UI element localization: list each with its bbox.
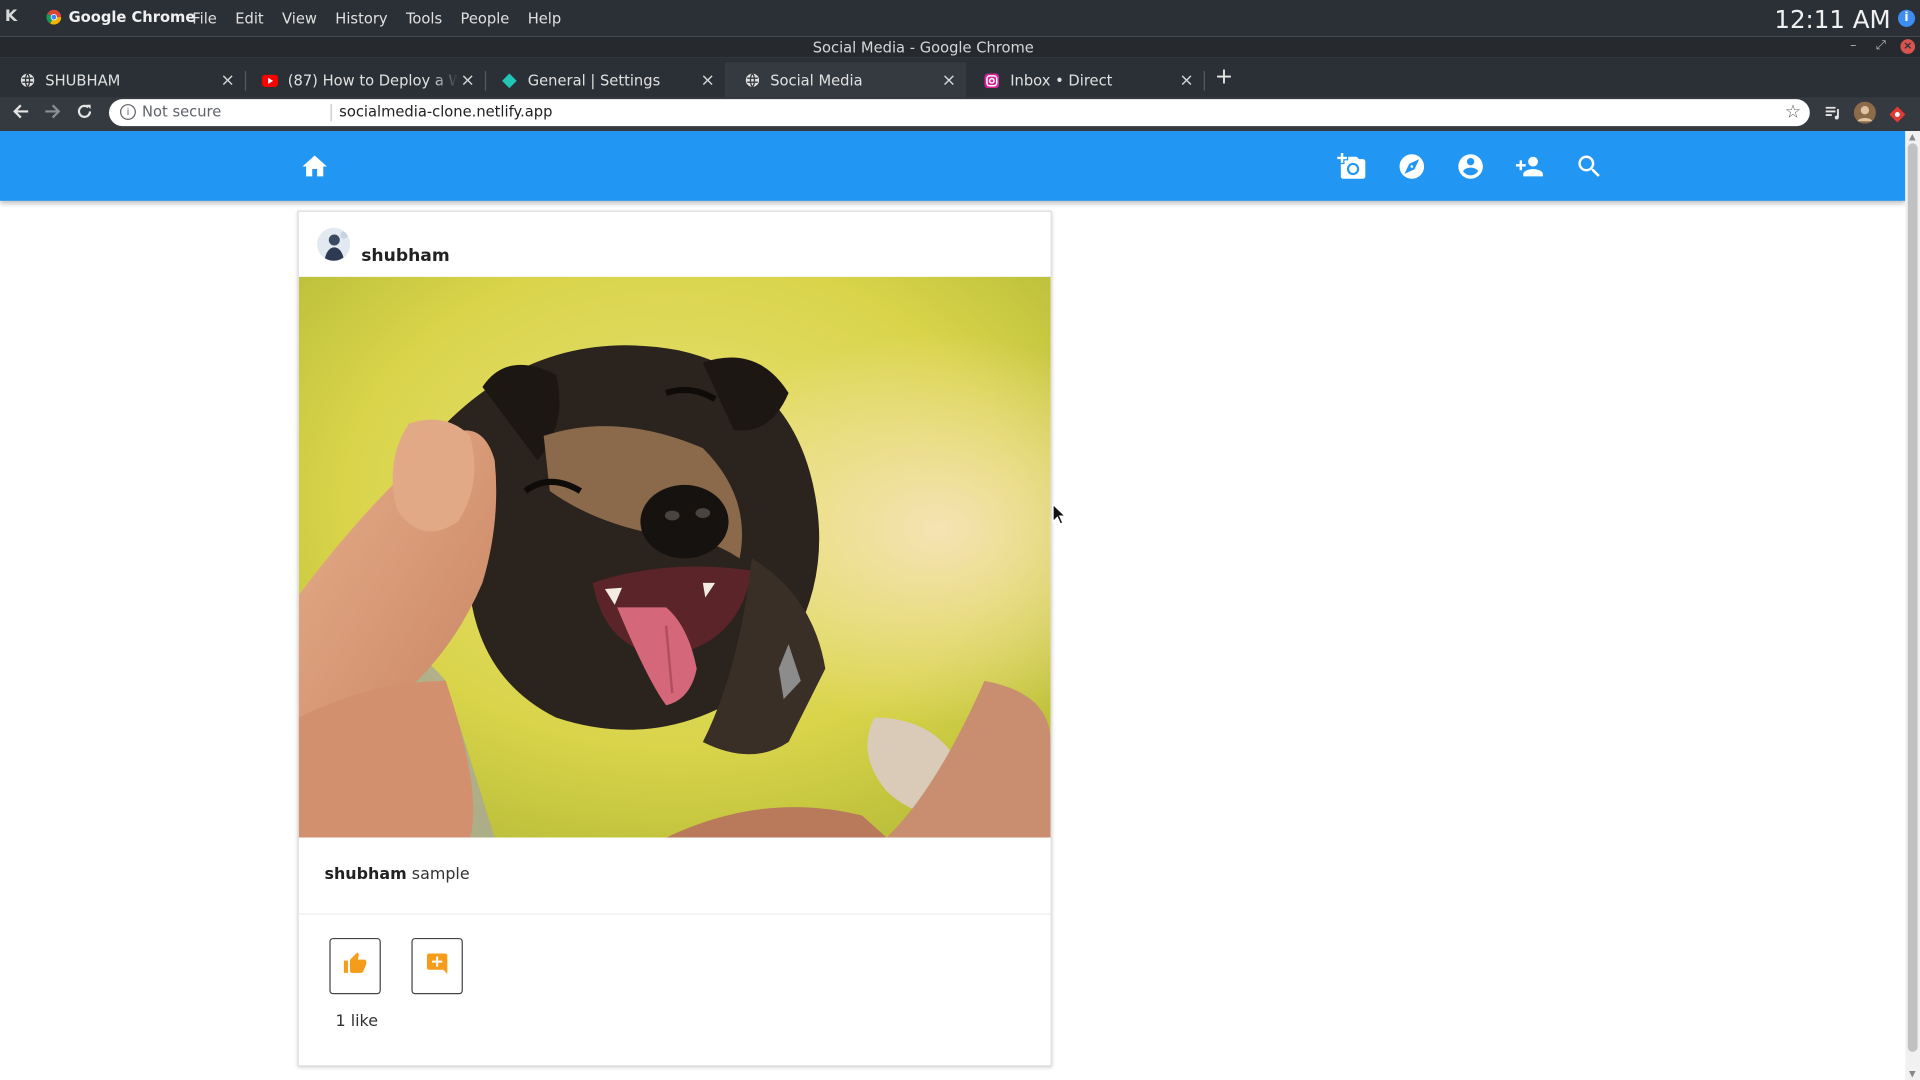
app-menu-bar: File Edit View History Tools People Help [192,10,561,27]
menu-help[interactable]: Help [528,10,562,27]
account-icon[interactable] [1456,152,1485,181]
mouse-cursor-icon [1052,503,1067,530]
extension-icon[interactable] [1889,104,1906,127]
kde-launcher-icon[interactable]: K [5,7,22,27]
close-tab-icon[interactable]: × [1177,70,1197,90]
post-username[interactable]: shubham [361,246,450,266]
menu-view[interactable]: View [282,10,317,27]
explore-icon[interactable] [1397,152,1426,181]
scroll-down-icon[interactable]: ▼ [1909,1069,1916,1079]
tab-strip: SHUBHAM × (87) How to Deploy a Webpage ×… [0,57,1920,98]
menu-file[interactable]: File [192,10,217,27]
close-tab-icon[interactable]: × [698,70,718,90]
active-app: Google Chrome [46,8,196,26]
tab-label: Social Media [770,71,863,89]
search-icon[interactable] [1575,152,1604,181]
app-name: Google Chrome [68,8,196,26]
security-label[interactable]: Not secure [142,103,221,120]
system-panel: K Google Chrome File Edit View History T… [0,0,1920,37]
like-button[interactable] [329,937,381,995]
minimize-icon[interactable]: – [1850,39,1856,52]
thumbs-up-icon [343,951,367,980]
tab-netlify-settings[interactable]: General | Settings × [482,62,724,98]
tab-separator [1203,71,1205,91]
post-header: shubham [298,212,1051,278]
url-text[interactable]: socialmedia-clone.netlify.app [339,103,552,120]
browser-toolbar: i Not secure socialmedia-clone.netlify.a… [0,97,1920,132]
caption-username[interactable]: shubham [324,866,406,884]
scrollbar-thumb[interactable] [1907,143,1918,1052]
forward-icon[interactable] [44,103,61,125]
dog-photo [298,276,1051,838]
tab-label: Inbox • Direct [1010,71,1113,89]
page-scrollbar[interactable]: ▲ ▼ [1905,131,1920,1080]
home-icon[interactable] [300,152,329,181]
close-tab-icon[interactable]: × [218,70,238,90]
post-caption: shubham sample [324,866,469,884]
add-photo-icon[interactable] [1337,152,1366,181]
tab-instagram-inbox[interactable]: Inbox • Direct × [965,62,1205,98]
instagram-icon [983,72,1000,89]
tab-social-media[interactable]: Social Media × [724,62,967,98]
omnibox-separator [330,104,332,122]
add-comment-icon [425,951,449,980]
globe-icon [743,72,760,89]
close-tab-icon[interactable]: × [458,70,478,90]
chrome-icon [46,9,62,25]
maximize-icon[interactable]: ⤢ [1876,39,1886,52]
tab-label: (87) How to Deploy a Webpage [287,71,458,89]
close-tab-icon[interactable]: × [939,70,959,90]
close-window-icon[interactable]: × [1900,39,1916,54]
add-person-icon[interactable] [1515,152,1544,181]
back-icon[interactable] [12,103,29,125]
netlify-icon [501,72,518,89]
comment-button[interactable] [411,937,463,995]
window-title: Social Media - Google Chrome [812,39,1034,57]
post-image [298,276,1051,838]
menu-people[interactable]: People [461,10,510,27]
tab-youtube[interactable]: (87) How to Deploy a Webpage × [242,62,487,98]
youtube-icon [261,72,278,89]
tab-label: SHUBHAM [45,71,121,89]
menu-tools[interactable]: Tools [406,10,442,27]
globe-icon [18,72,35,89]
tab-label: General | Settings [527,71,661,89]
like-count: 1 like [335,1012,379,1032]
scroll-up-icon[interactable]: ▲ [1909,132,1916,142]
avatar[interactable] [317,227,351,261]
window-titlebar: Social Media - Google Chrome – ⤢ × [0,36,1920,58]
info-icon[interactable]: i [120,104,136,121]
address-bar[interactable]: i Not secure socialmedia-clone.netlify.a… [108,99,1810,127]
post-card: shubham shubham sample 1 like [297,210,1052,1067]
clock[interactable]: 12:11 AM [1774,5,1890,34]
caption-text: sample [411,865,470,885]
app-navbar [0,131,1906,201]
divider [298,913,1051,915]
notification-icon[interactable]: i [1897,9,1916,27]
reload-icon[interactable] [76,103,93,125]
web-page: shubham shubham sample 1 like [0,131,1906,1080]
menu-edit[interactable]: Edit [235,10,263,27]
new-tab-icon[interactable]: + [1215,64,1233,90]
profile-avatar[interactable] [1853,101,1876,129]
media-queue-icon[interactable] [1824,103,1841,126]
menu-history[interactable]: History [335,10,387,27]
tab-shubham[interactable]: SHUBHAM × [0,62,247,98]
bookmark-star-icon[interactable]: ☆ [1785,100,1801,122]
